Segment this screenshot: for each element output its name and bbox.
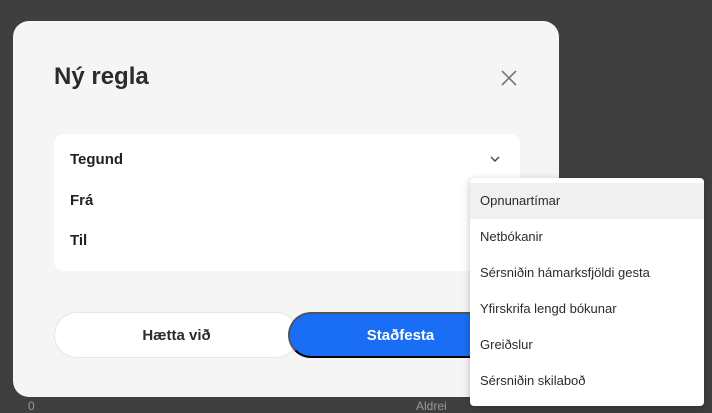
dropdown-option-payments[interactable]: Greiðslur xyxy=(470,327,704,363)
rule-form-card: Tegund Frá Til xyxy=(54,134,520,271)
dropdown-option-custom-messages[interactable]: Sérsniðin skilaboð xyxy=(470,363,704,399)
type-field-label[interactable]: Tegund xyxy=(70,151,123,168)
to-field-label[interactable]: Til xyxy=(70,232,87,249)
dropdown-option-custom-max-guests[interactable]: Sérsniðin hámarksfjöldi gesta xyxy=(470,255,704,291)
dialog-title: Ný regla xyxy=(54,63,149,90)
from-field-label[interactable]: Frá xyxy=(70,192,93,209)
type-dropdown-menu: Opnunartímar Netbókanir Sérsniðin hámark… xyxy=(470,178,704,406)
close-icon xyxy=(501,70,517,86)
dropdown-option-online-bookings[interactable]: Netbókanir xyxy=(470,219,704,255)
cancel-button[interactable]: Hætta við xyxy=(54,312,299,358)
dropdown-option-override-duration[interactable]: Yfirskrifa lengd bókunar xyxy=(470,291,704,327)
background-value-left: 0 xyxy=(28,399,35,413)
dropdown-option-opening-hours[interactable]: Opnunartímar xyxy=(470,183,704,219)
background-value-right: Aldrei xyxy=(416,399,447,413)
chevron-down-icon[interactable] xyxy=(490,156,500,163)
close-button[interactable] xyxy=(496,65,522,91)
